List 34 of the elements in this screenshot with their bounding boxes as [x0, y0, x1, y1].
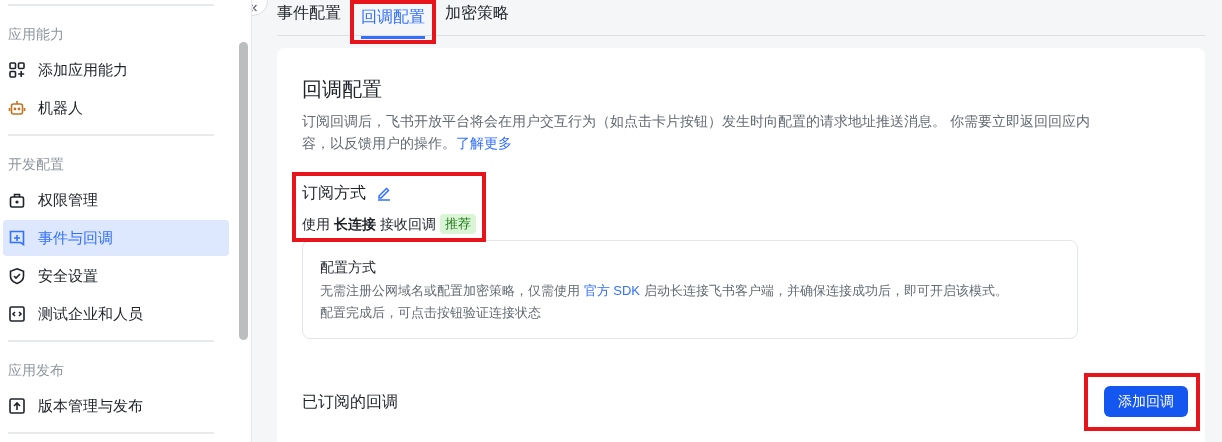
sidebar-item[interactable]: 事件与回调 [3, 220, 229, 256]
subsection-title: 订阅方式 [302, 183, 366, 203]
shield-check-icon [8, 267, 26, 285]
sidebar-item[interactable]: 版本管理与发布 [3, 388, 229, 424]
add-callback-button[interactable]: 添加回调 [1104, 386, 1188, 417]
panel-text: 无需注册公网域名或配置加密策略，仅需使用 官方 SDK 启动长连接飞书客户端，并确保连接成功后，即可开启该模式。 [320, 282, 1009, 300]
briefcase-icon [8, 191, 26, 209]
grid-plus-icon [8, 61, 26, 79]
sidebar-item[interactable]: 安全设置 [3, 258, 229, 294]
code-icon [8, 305, 26, 323]
group-title: 应用发布 [7, 361, 65, 380]
sidebar-item[interactable]: 添加应用能力 [3, 52, 229, 88]
plus-flag-icon [8, 229, 26, 247]
panel-title: 配置方式 [320, 258, 377, 277]
sidebar-item[interactable]: 权限管理 [3, 182, 229, 218]
group-title: 开发配置 [7, 155, 65, 174]
tab[interactable]: 事件配置 [277, 0, 341, 35]
recommended-badge: 推荐 [439, 214, 476, 234]
robot-icon [8, 99, 26, 117]
tab[interactable]: 回调配置 [361, 4, 425, 39]
edit-icon[interactable] [376, 185, 392, 201]
subsection-title: 已订阅的回调 [302, 391, 398, 412]
tab[interactable]: 加密策略 [445, 0, 509, 35]
group-title: 应用能力 [7, 25, 65, 44]
sdk-link[interactable]: 官方 SDK [583, 283, 640, 298]
learn-more-link[interactable]: 了解更多 [456, 135, 512, 151]
description: 订阅回调后，飞书开放平台将会在用户交互行为（如点击卡片按钮）发生时向配置的请求地址推送消息。 你需要立即返回回应内容，以反馈用户的操作。了解更多 [302, 112, 1091, 153]
panel-note: 配置完成后，可点击按钮验证连接状态 [320, 304, 542, 322]
scrollbar-thumb[interactable] [239, 42, 248, 340]
sidebar-item[interactable]: 机器人 [3, 90, 229, 126]
section-title: 回调配置 [302, 77, 383, 102]
subscription-mode: 使用 长连接 接收回调 [302, 215, 436, 234]
upload-icon [8, 397, 26, 415]
sidebar-item[interactable]: 测试企业和人员 [3, 296, 229, 332]
